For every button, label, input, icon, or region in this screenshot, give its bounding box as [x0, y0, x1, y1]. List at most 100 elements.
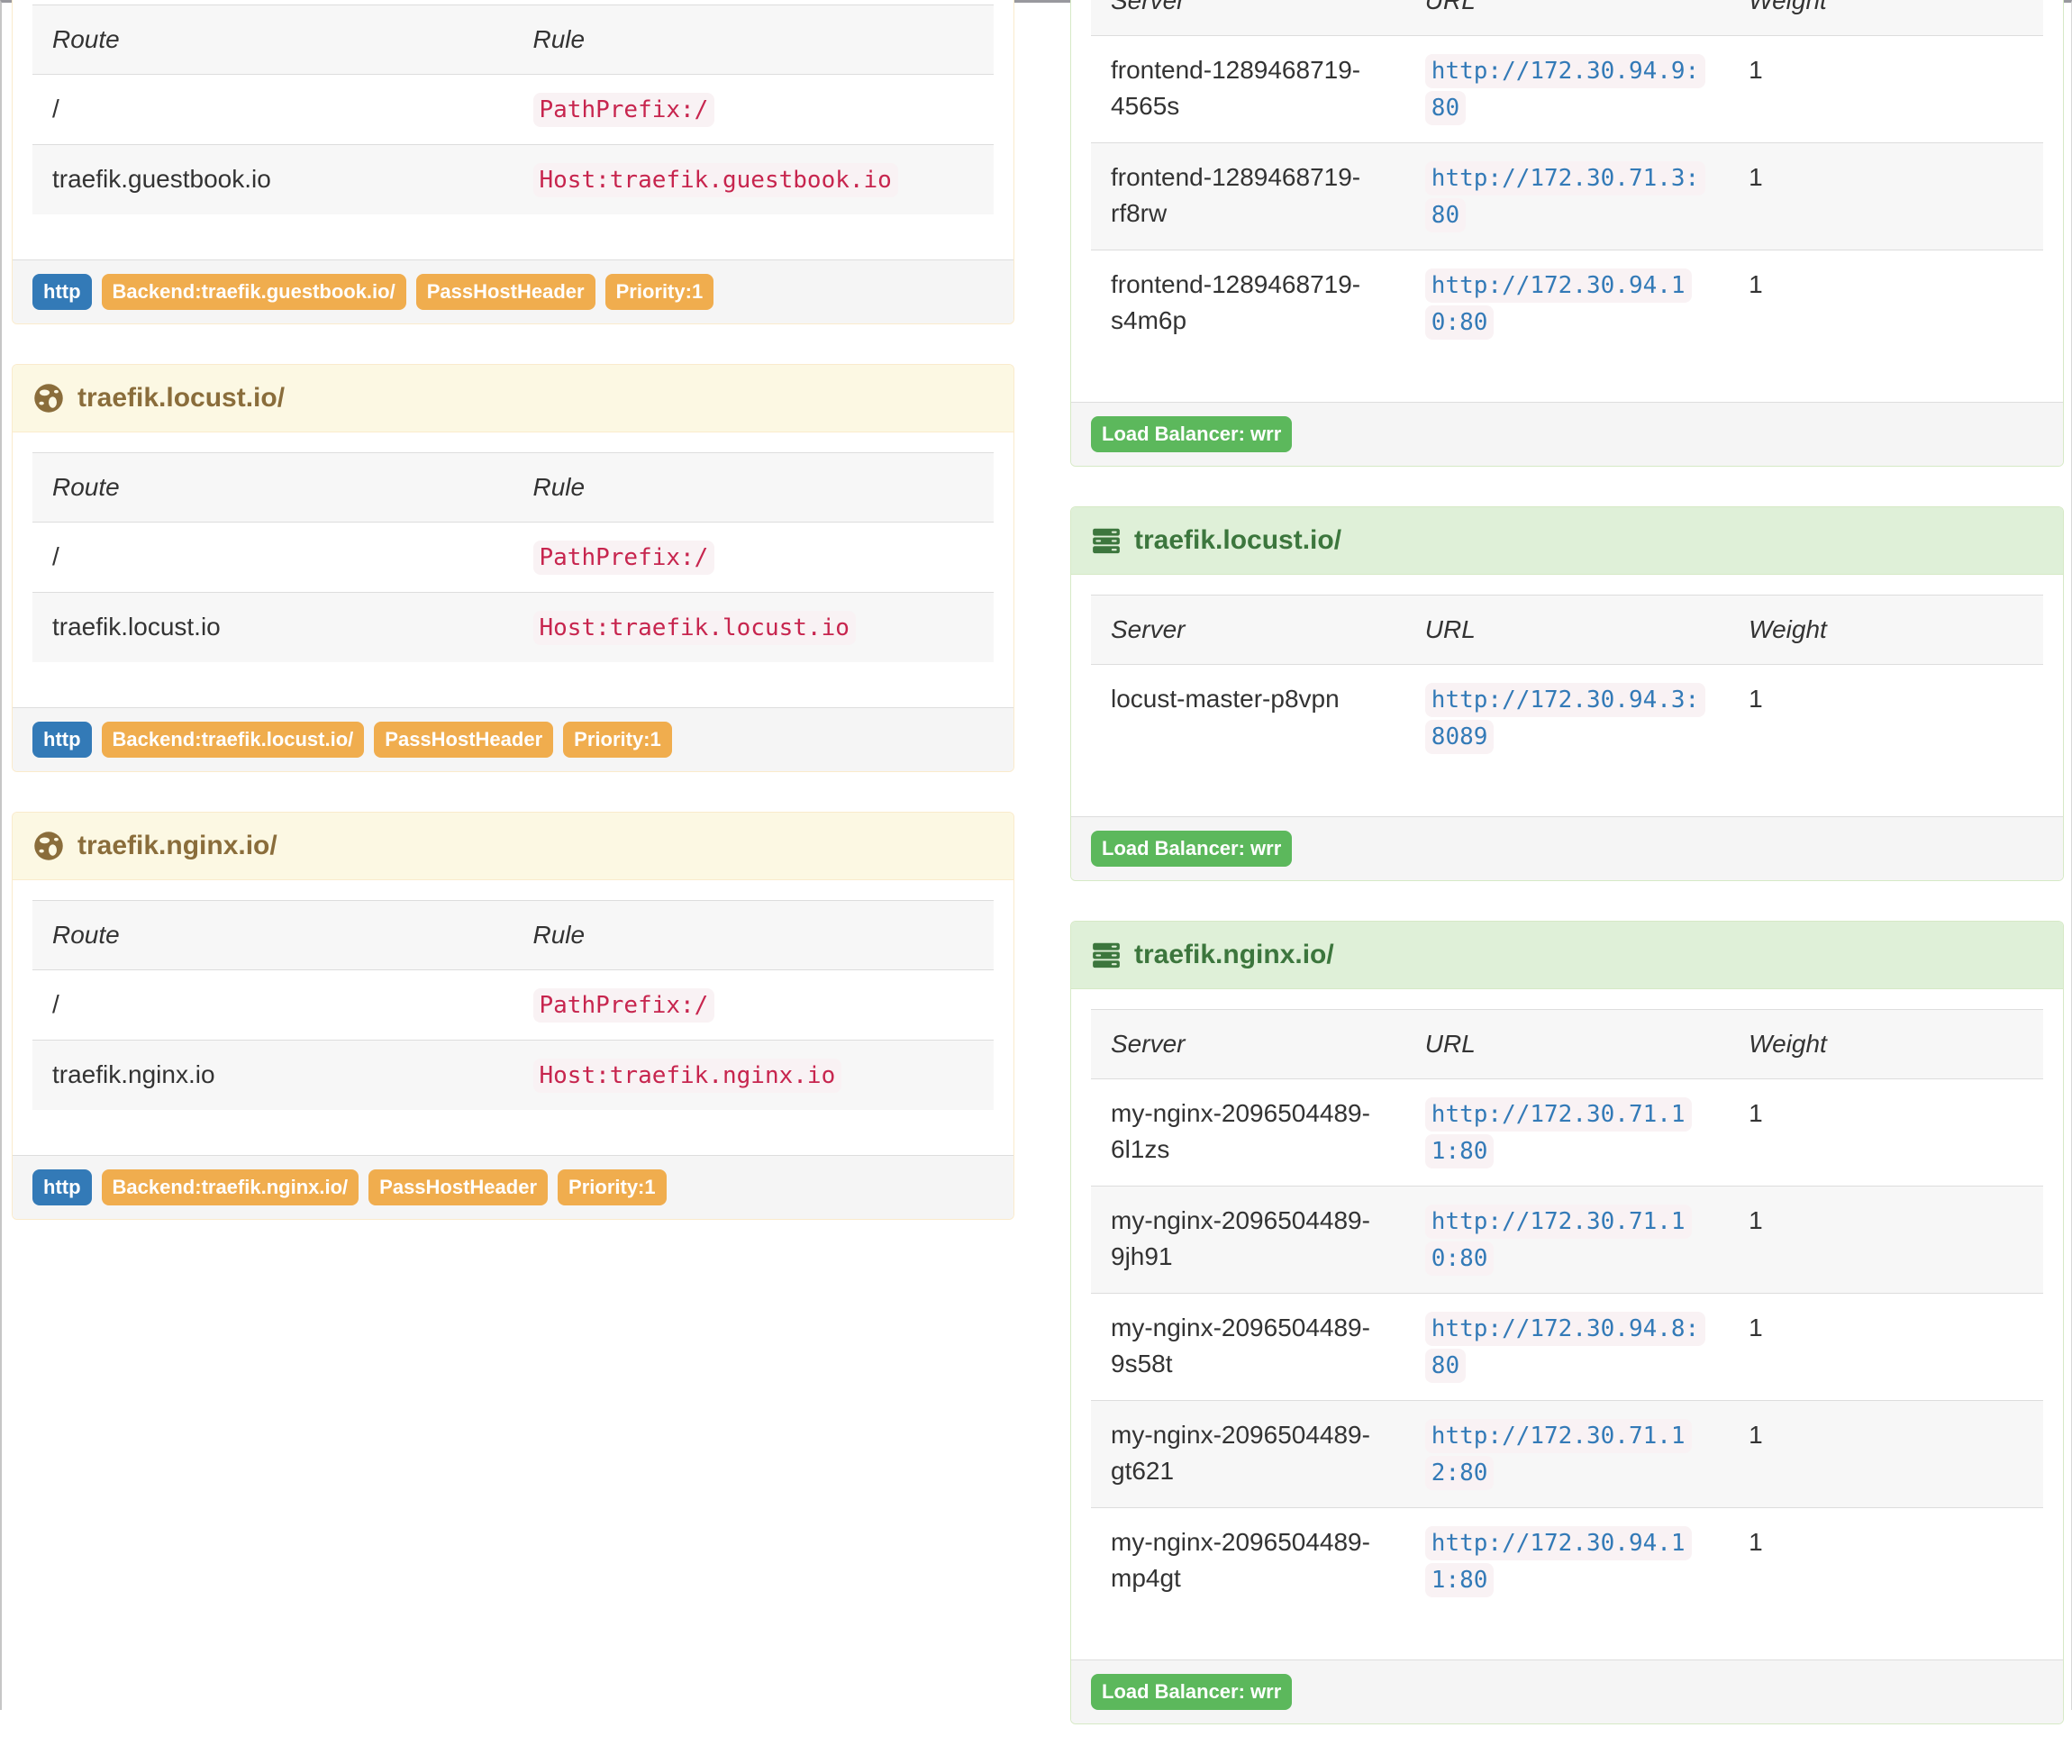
backend-panel-heading: traefik.locust.io/ — [1071, 507, 2063, 575]
entrypoint-badge: http — [32, 1169, 92, 1205]
weight-cell: 1 — [1729, 1294, 2043, 1401]
frontend-panel-body: Route Rule / PathPrefix:/ traefik.locust… — [13, 432, 1013, 707]
route-cell: traefik.guestbook.io — [32, 145, 513, 215]
server-row: frontend-1289468719-s4m6p http://172.30.… — [1091, 250, 2043, 358]
server-row: my-nginx-2096504489-9s58t http://172.30.… — [1091, 1294, 2043, 1401]
frontend-panel-title: traefik.locust.io/ — [77, 379, 285, 417]
url-cell: http://172.30.94.8:80 — [1405, 1294, 1729, 1401]
frontend-panel-locust: traefik.locust.io/ Route Rule / PathPref… — [12, 364, 1014, 772]
weight-cell: 1 — [1729, 250, 2043, 358]
rule-code: Host:traefik.nginx.io — [533, 1059, 842, 1093]
routes-table: Route Rule / PathPrefix:/ traefik.locust… — [32, 452, 994, 662]
server-url-code: http://172.30.94.8:80 — [1425, 1312, 1705, 1383]
weight-cell: 1 — [1729, 36, 2043, 143]
server-url-code: http://172.30.94.9:80 — [1425, 54, 1705, 125]
column-header-weight: Weight — [1729, 0, 2043, 36]
priority-badge: Priority:1 — [563, 722, 672, 758]
frontends-column: Route Rule / PathPrefix:/ traefik.guestb… — [12, 3, 1014, 1259]
load-balancer-badge: Load Balancer: wrr — [1091, 831, 1292, 867]
column-header-rule: Rule — [513, 5, 995, 75]
backend-panel-locust: traefik.locust.io/ Server URL Weight loc… — [1070, 506, 2064, 881]
server-cell: frontend-1289468719-4565s — [1091, 36, 1405, 143]
rule-code: PathPrefix:/ — [533, 541, 715, 575]
column-header-weight: Weight — [1729, 596, 2043, 665]
frontend-panel-title: traefik.nginx.io/ — [77, 827, 277, 865]
route-cell: / — [32, 523, 513, 593]
backend-panel-body: Server URL Weight frontend-1289468719-45… — [1071, 0, 2063, 402]
route-row: traefik.nginx.io Host:traefik.nginx.io — [32, 1041, 994, 1111]
url-cell: http://172.30.71.11:80 — [1405, 1079, 1729, 1187]
server-url-code: http://172.30.71.11:80 — [1425, 1097, 1692, 1168]
backend-panel-body: Server URL Weight locust-master-p8vpn ht… — [1071, 575, 2063, 816]
weight-cell: 1 — [1729, 143, 2043, 250]
url-cell: http://172.30.94.3:8089 — [1405, 665, 1729, 772]
rule-code: Host:traefik.locust.io — [533, 611, 856, 645]
backend-panel-nginx: traefik.nginx.io/ Server URL Weight my-n… — [1070, 921, 2064, 1724]
server-row: my-nginx-2096504489-gt621 http://172.30.… — [1091, 1401, 2043, 1508]
server-cell: frontend-1289468719-rf8rw — [1091, 143, 1405, 250]
column-header-url: URL — [1405, 1010, 1729, 1079]
server-cell: my-nginx-2096504489-mp4gt — [1091, 1508, 1405, 1615]
weight-cell: 1 — [1729, 1187, 2043, 1294]
frontend-panel-heading: traefik.locust.io/ — [13, 365, 1013, 432]
weight-cell: 1 — [1729, 1508, 2043, 1615]
backend-panel-body: Server URL Weight my-nginx-2096504489-6l… — [1071, 989, 2063, 1659]
route-row: / PathPrefix:/ — [32, 970, 994, 1041]
route-cell: / — [32, 75, 513, 145]
backends-column: Server URL Weight frontend-1289468719-45… — [1070, 3, 2064, 1764]
load-balancer-badge: Load Balancer: wrr — [1091, 416, 1292, 452]
column-header-server: Server — [1091, 0, 1405, 36]
column-header-rule: Rule — [513, 901, 995, 970]
server-cell: my-nginx-2096504489-6l1zs — [1091, 1079, 1405, 1187]
column-header-server: Server — [1091, 596, 1405, 665]
server-url-code: http://172.30.71.12:80 — [1425, 1419, 1692, 1490]
server-cell: locust-master-p8vpn — [1091, 665, 1405, 772]
priority-badge: Priority:1 — [605, 274, 714, 310]
server-cell: frontend-1289468719-s4m6p — [1091, 250, 1405, 358]
url-cell: http://172.30.94.11:80 — [1405, 1508, 1729, 1615]
column-header-url: URL — [1405, 596, 1729, 665]
globe-icon — [32, 830, 65, 862]
server-row: locust-master-p8vpn http://172.30.94.3:8… — [1091, 665, 2043, 772]
column-header-route: Route — [32, 5, 513, 75]
backend-panel-footer: Load Balancer: wrr — [1071, 1659, 2063, 1723]
server-row: my-nginx-2096504489-mp4gt http://172.30.… — [1091, 1508, 2043, 1615]
rule-cell: Host:traefik.guestbook.io — [513, 145, 995, 215]
weight-cell: 1 — [1729, 665, 2043, 772]
frontend-panel-body: Route Rule / PathPrefix:/ traefik.nginx.… — [13, 880, 1013, 1155]
url-cell: http://172.30.94.9:80 — [1405, 36, 1729, 143]
frontend-panel-footer: http Backend:traefik.guestbook.io/ PassH… — [13, 259, 1013, 323]
servers-table: Server URL Weight my-nginx-2096504489-6l… — [1091, 1009, 2043, 1614]
route-cell: / — [32, 970, 513, 1041]
entrypoint-badge: http — [32, 274, 92, 310]
frontend-panel-heading: traefik.nginx.io/ — [13, 813, 1013, 880]
traefik-dashboard-page: Route Rule / PathPrefix:/ traefik.guestb… — [2, 3, 2071, 1764]
column-header-url: URL — [1405, 0, 1729, 36]
priority-badge: Priority:1 — [558, 1169, 667, 1205]
frontend-panel-body: Route Rule / PathPrefix:/ traefik.guestb… — [13, 0, 1013, 259]
passhostheader-badge: PassHostHeader — [416, 274, 595, 310]
passhostheader-badge: PassHostHeader — [374, 722, 553, 758]
server-cell: my-nginx-2096504489-gt621 — [1091, 1401, 1405, 1508]
server-url-code: http://172.30.94.3:8089 — [1425, 683, 1705, 754]
server-row: my-nginx-2096504489-6l1zs http://172.30.… — [1091, 1079, 2043, 1187]
server-url-code: http://172.30.71.3:80 — [1425, 161, 1705, 232]
weight-cell: 1 — [1729, 1401, 2043, 1508]
server-url-code: http://172.30.94.10:80 — [1425, 268, 1692, 340]
rule-code: Host:traefik.guestbook.io — [533, 163, 898, 197]
servers-table: Server URL Weight frontend-1289468719-45… — [1091, 0, 2043, 357]
frontend-panel-nginx: traefik.nginx.io/ Route Rule / PathPrefi… — [12, 812, 1014, 1220]
backend-panel-heading: traefik.nginx.io/ — [1071, 922, 2063, 989]
route-row: / PathPrefix:/ — [32, 75, 994, 145]
column-header-server: Server — [1091, 1010, 1405, 1079]
backend-panel-title: traefik.locust.io/ — [1134, 522, 1341, 559]
rule-cell: PathPrefix:/ — [513, 523, 995, 593]
url-cell: http://172.30.71.10:80 — [1405, 1187, 1729, 1294]
route-cell: traefik.locust.io — [32, 593, 513, 663]
rule-code: PathPrefix:/ — [533, 93, 715, 127]
server-icon — [1091, 525, 1122, 556]
rule-cell: PathPrefix:/ — [513, 970, 995, 1041]
server-row: frontend-1289468719-rf8rw http://172.30.… — [1091, 143, 2043, 250]
servers-table: Server URL Weight locust-master-p8vpn ht… — [1091, 595, 2043, 771]
rule-cell: Host:traefik.nginx.io — [513, 1041, 995, 1111]
